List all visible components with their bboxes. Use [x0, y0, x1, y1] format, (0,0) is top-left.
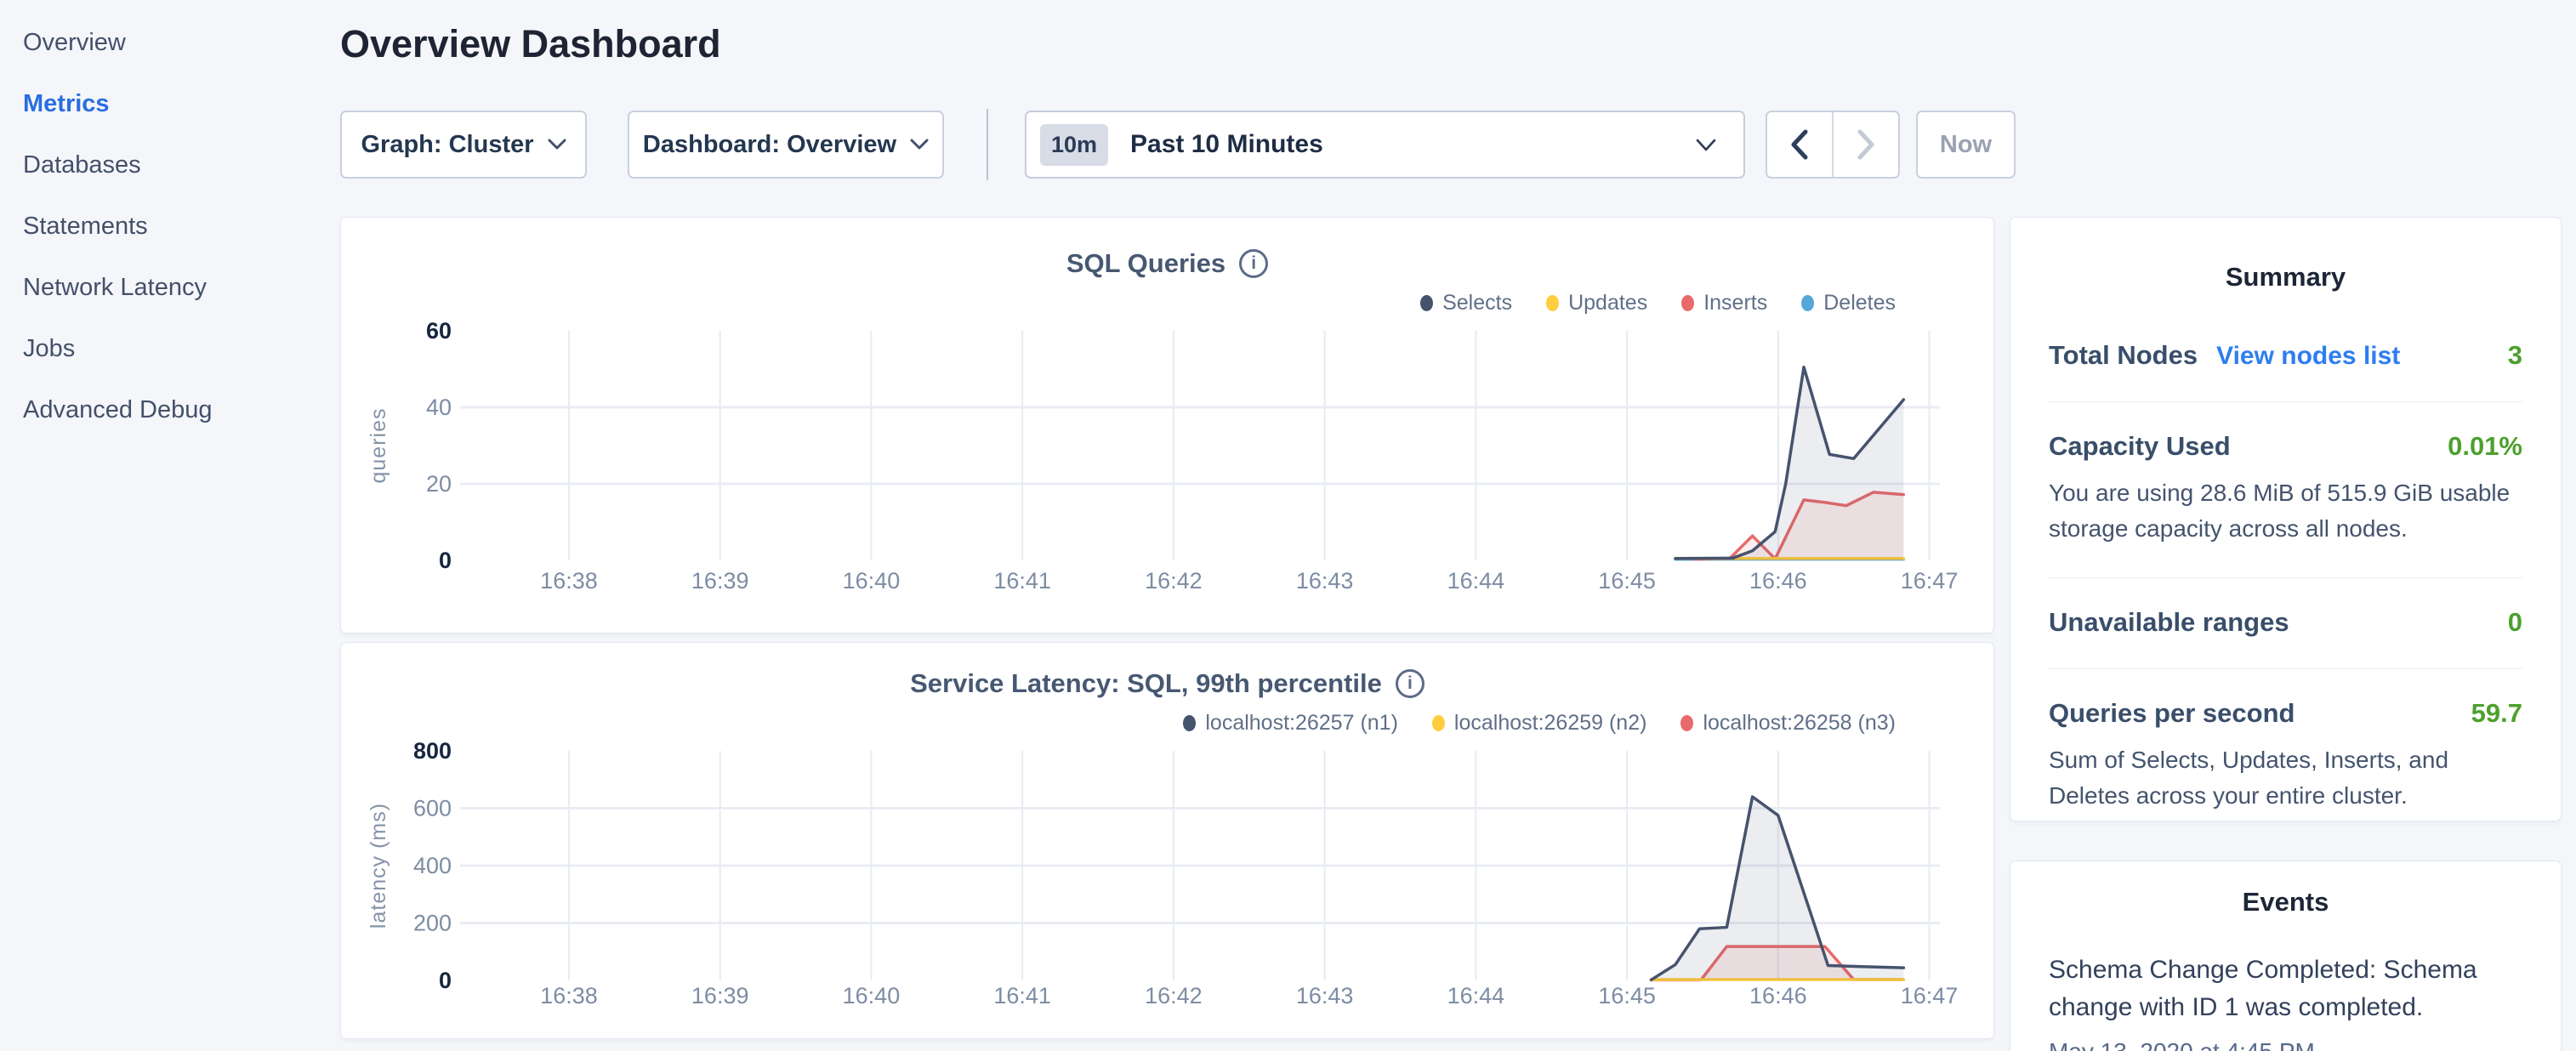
time-step-buttons [1766, 111, 1900, 179]
svg-text:queries: queries [367, 408, 390, 484]
sidebar-item-statements[interactable]: Statements [23, 196, 312, 257]
chevron-down-icon [910, 139, 929, 151]
sidebar-item-network-latency[interactable]: Network Latency [23, 257, 312, 318]
graph-select[interactable]: Graph: Cluster [340, 111, 587, 179]
summary-row-description: Sum of Selects, Updates, Inserts, and De… [2049, 742, 2522, 814]
svg-text:16:39: 16:39 [691, 568, 749, 594]
svg-text:16:38: 16:38 [540, 983, 598, 1008]
next-time-button[interactable] [1832, 112, 1898, 177]
svg-text:40: 40 [426, 395, 452, 420]
toolbar-divider [987, 109, 988, 180]
chevron-down-icon [1696, 139, 1714, 151]
summary-row-label: Total Nodes [2049, 340, 2198, 371]
svg-text:16:45: 16:45 [1598, 983, 1656, 1008]
svg-text:16:45: 16:45 [1598, 568, 1656, 594]
svg-text:16:44: 16:44 [1447, 983, 1505, 1008]
summary-row-value: 0 [2508, 607, 2522, 638]
prev-time-button[interactable] [1767, 112, 1832, 177]
dashboard-select[interactable]: Dashboard: Overview [628, 111, 944, 179]
view-nodes-list-link[interactable]: View nodes list [2216, 342, 2400, 371]
summary-title: Summary [2049, 262, 2522, 293]
time-range-select[interactable]: 10m Past 10 Minutes [1025, 111, 1745, 179]
svg-text:600: 600 [413, 796, 452, 821]
summary-row-label: Queries per second [2049, 698, 2295, 729]
svg-text:60: 60 [426, 318, 452, 344]
chevron-right-icon [1857, 129, 1875, 160]
sidebar-item-advanced-debug[interactable]: Advanced Debug [23, 379, 312, 440]
graph-select-label: Graph: Cluster [361, 131, 533, 159]
service-latency-chart-card: Service Latency: SQL, 99th percentile i … [340, 642, 1994, 1039]
time-range-badge: 10m [1040, 124, 1108, 166]
summary-row: Queries per second 59.7 Sum of Selects, Up… [2049, 668, 2522, 821]
svg-text:16:42: 16:42 [1145, 983, 1203, 1008]
svg-text:800: 800 [413, 738, 452, 764]
summary-row: Unavailable ranges 0 [2049, 577, 2522, 668]
sidebar-item-metrics[interactable]: Metrics [23, 73, 312, 134]
summary-row: Total Nodes View nodes list 3 [2049, 293, 2522, 401]
svg-text:16:41: 16:41 [993, 568, 1051, 594]
sql-queries-plot: 0 20 40 60 16:38 16:39 16:40 16:41 16:42 16:43 16:… [341, 218, 1995, 634]
svg-text:latency (ms): latency (ms) [367, 803, 390, 929]
svg-text:16:44: 16:44 [1447, 568, 1505, 594]
summary-row: Capacity Used 0.01% You are using 28.6 MiB… [2049, 401, 2522, 577]
svg-text:16:47: 16:47 [1901, 983, 1959, 1008]
svg-text:0: 0 [439, 548, 452, 573]
events-panel: Events Schema Change Completed: Schema c… [2010, 861, 2562, 1051]
sidebar-item-jobs[interactable]: Jobs [23, 318, 312, 379]
sql-queries-chart-card: SQL Queries i SelectsUpdatesInsertsDelet… [340, 217, 1994, 633]
summary-row-value: 0.01% [2448, 431, 2522, 462]
svg-text:16:38: 16:38 [540, 568, 598, 594]
svg-text:0: 0 [439, 968, 452, 993]
summary-row-value: 59.7 [2471, 698, 2522, 729]
summary-row-description: You are using 28.6 MiB of 515.9 GiB usab… [2049, 475, 2522, 547]
event-item-text: Schema Change Completed: Schema change w… [2049, 952, 2522, 1026]
page-title: Overview Dashboard [340, 22, 721, 66]
svg-text:16:39: 16:39 [691, 983, 749, 1008]
sidebar-item-overview[interactable]: Overview [23, 12, 312, 73]
svg-text:16:43: 16:43 [1296, 983, 1354, 1008]
summary-row-label: Unavailable ranges [2049, 607, 2289, 638]
now-button[interactable]: Now [1916, 111, 2016, 179]
chevron-down-icon [548, 139, 566, 151]
sidebar-nav: OverviewMetricsDatabasesStatementsNetwor… [23, 12, 312, 440]
svg-text:400: 400 [413, 853, 452, 878]
svg-text:16:41: 16:41 [993, 983, 1051, 1008]
chevron-left-icon [1790, 129, 1809, 160]
event-item-timestamp: May 13, 2020 at 4:45 PM [2049, 1038, 2522, 1051]
svg-text:200: 200 [413, 911, 452, 936]
sidebar-item-databases[interactable]: Databases [23, 134, 312, 196]
service-latency-plot: 0 200 400 600 800 16:38 16:39 16:40 16:41 16:42 16… [341, 643, 1995, 1040]
time-range-label: Past 10 Minutes [1130, 130, 1696, 159]
svg-text:16:46: 16:46 [1749, 983, 1807, 1008]
svg-text:16:40: 16:40 [843, 983, 901, 1008]
svg-text:16:46: 16:46 [1749, 568, 1807, 594]
summary-row-value: 3 [2508, 340, 2522, 371]
summary-panel: Summary Total Nodes View nodes list 3 Capac… [2010, 217, 2562, 821]
svg-text:20: 20 [426, 471, 452, 497]
svg-text:16:47: 16:47 [1901, 568, 1959, 594]
dashboard-select-label: Dashboard: Overview [643, 131, 896, 159]
svg-text:16:42: 16:42 [1145, 568, 1203, 594]
svg-text:16:40: 16:40 [843, 568, 901, 594]
svg-text:16:43: 16:43 [1296, 568, 1354, 594]
summary-row-label: Capacity Used [2049, 431, 2231, 462]
events-title: Events [2049, 887, 2522, 917]
